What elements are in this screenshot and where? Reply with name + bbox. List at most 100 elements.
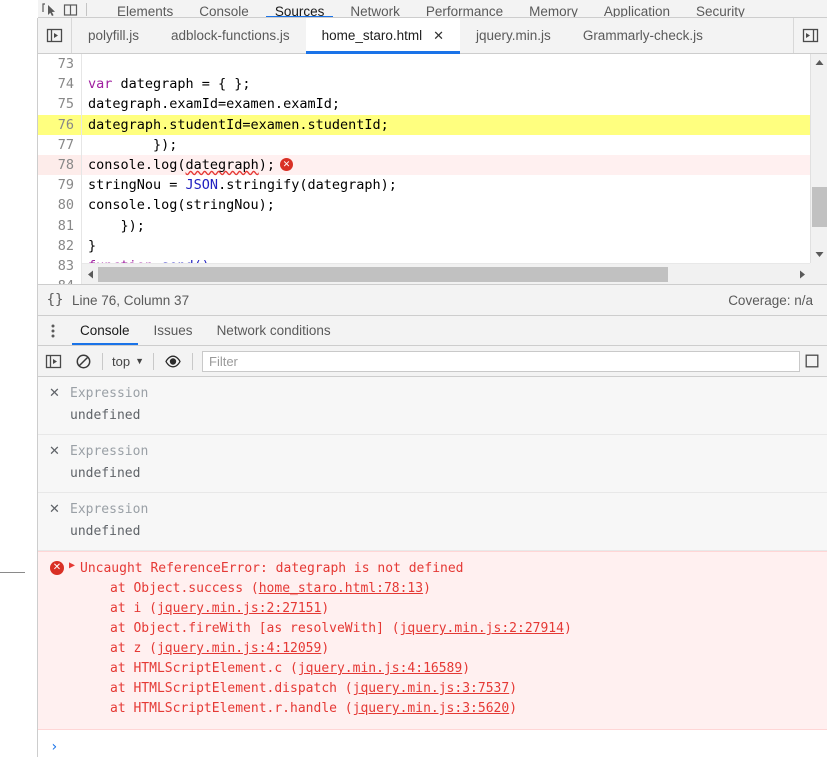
file-tab-grammarly-check[interactable]: Grammarly-check.js — [567, 18, 719, 53]
line-number[interactable]: 83 — [38, 255, 82, 277]
file-tab-adblock-functions[interactable]: adblock-functions.js — [155, 18, 306, 53]
stack-frame-function: at HTMLScriptElement.c ( — [110, 661, 298, 676]
tab-memory[interactable]: Memory — [516, 0, 591, 17]
line-number[interactable]: 79 — [38, 175, 82, 196]
console-error-message[interactable]: ✕ ▶ Uncaught ReferenceError: dategraph i… — [38, 551, 827, 730]
error-stack-frame: at z (jquery.min.js:4:12059) — [38, 639, 827, 659]
line-number[interactable]: 75 — [38, 94, 82, 115]
scroll-right-icon[interactable] — [794, 264, 810, 284]
line-number[interactable]: 76 — [38, 114, 82, 135]
show-navigator-icon[interactable] — [38, 18, 72, 53]
pretty-print-icon[interactable]: {} — [38, 292, 72, 308]
tab-application-label: Application — [603, 4, 670, 18]
line-number[interactable]: 84 — [38, 276, 82, 284]
console-output[interactable]: ✕ Expression undefined ✕ Expression unde… — [38, 377, 827, 757]
code-line[interactable]: 77 }); — [38, 134, 810, 155]
show-debugger-icon[interactable] — [793, 18, 827, 53]
code-token: JSON — [185, 177, 219, 194]
editor-horizontal-scrollbar[interactable] — [82, 263, 810, 284]
code-line[interactable]: 80 console.log(stringNou); — [38, 195, 810, 216]
drawer-tab-console-label: Console — [80, 323, 130, 338]
tab-performance[interactable]: Performance — [413, 0, 516, 17]
tab-application[interactable]: Application — [591, 0, 683, 18]
code-token: }); — [88, 136, 178, 153]
code-line[interactable]: 73 — [38, 54, 810, 75]
tab-network[interactable]: Network — [337, 0, 413, 17]
editor-vertical-scrollbar[interactable] — [810, 54, 827, 263]
tab-console[interactable]: Console — [186, 0, 262, 17]
execution-context-selector[interactable]: top ▼ — [107, 354, 149, 369]
live-expression-label: Expression — [70, 444, 149, 459]
code-text: console.log(dategraph); ✕ — [82, 154, 810, 176]
inline-error-icon[interactable]: ✕ — [279, 158, 293, 172]
tab-sources[interactable]: Sources — [262, 0, 338, 17]
chevron-down-icon: ▼ — [135, 356, 144, 366]
close-icon[interactable]: ✕ — [49, 501, 60, 517]
file-tab-polyfill[interactable]: polyfill.js — [72, 18, 155, 53]
code-token: dategraph.examId=examen.examId; — [88, 96, 340, 113]
code-line[interactable]: 81 }); — [38, 215, 810, 236]
tab-security[interactable]: Security — [683, 0, 758, 17]
drawer-tab-network-conditions[interactable]: Network conditions — [205, 316, 343, 345]
scroll-up-icon[interactable] — [811, 54, 827, 71]
close-icon[interactable]: ✕ — [433, 29, 444, 42]
expand-arrow-icon[interactable]: ▶ — [69, 560, 75, 571]
line-number[interactable]: 82 — [38, 235, 82, 256]
error-stack-frames: at Object.success (home_staro.html:78:13… — [38, 579, 827, 719]
code-token: }); — [88, 217, 145, 234]
line-number[interactable]: 73 — [38, 54, 82, 75]
code-token: } — [88, 237, 97, 254]
line-number[interactable]: 80 — [38, 195, 82, 216]
settings-icon[interactable] — [805, 354, 827, 368]
clear-console-icon[interactable] — [68, 346, 98, 377]
stack-frame-link[interactable]: home_staro.html:78:13 — [259, 581, 423, 596]
code-text: dategraph.examId=examen.examId; — [82, 94, 810, 114]
code-line[interactable]: 76 dategraph.studentId=examen.studentId; — [38, 114, 810, 135]
console-message[interactable]: ✕ Expression undefined — [38, 435, 827, 493]
line-number[interactable]: 74 — [38, 74, 82, 95]
stack-frame-tail: ) — [423, 581, 431, 596]
more-options-icon[interactable] — [38, 316, 68, 345]
console-message[interactable]: ✕ Expression undefined — [38, 493, 827, 551]
file-tab-jquery-min[interactable]: jquery.min.js — [460, 18, 567, 53]
tab-elements[interactable]: Elements — [104, 0, 186, 17]
stack-frame-link[interactable]: jquery.min.js:3:5620 — [353, 701, 510, 716]
stack-frame-link[interactable]: jquery.min.js:4:16589 — [298, 661, 462, 676]
console-sidebar-icon[interactable] — [38, 346, 68, 377]
execution-context-label: top — [112, 353, 131, 369]
code-line[interactable]: 75 dategraph.examId=examen.examId; — [38, 94, 810, 115]
drawer-tab-console[interactable]: Console — [68, 316, 142, 345]
file-tab-home-staro[interactable]: home_staro.html ✕ — [305, 18, 461, 54]
console-prompt[interactable]: › — [38, 730, 827, 757]
live-expression-icon[interactable] — [158, 346, 188, 377]
error-stack-frame: at HTMLScriptElement.c (jquery.min.js:4:… — [38, 659, 827, 679]
file-tab-jquery-min-label: jquery.min.js — [476, 28, 551, 43]
stack-frame-link[interactable]: jquery.min.js:2:27151 — [157, 601, 321, 616]
inspect-cursor-icon[interactable] — [38, 1, 60, 17]
drawer-tab-issues-label: Issues — [153, 323, 193, 338]
code-line[interactable]: 74 var dategraph = { }; — [38, 74, 810, 95]
stack-frame-link[interactable]: jquery.min.js:3:7537 — [353, 681, 510, 696]
line-number[interactable]: 81 — [38, 215, 82, 236]
drawer-tab-issues[interactable]: Issues — [142, 316, 205, 345]
code-line[interactable]: 82} — [38, 235, 810, 256]
close-icon[interactable]: ✕ — [49, 443, 60, 459]
close-icon[interactable]: ✕ — [49, 385, 60, 401]
editor-horizontal-scroll-thumb[interactable] — [98, 267, 668, 282]
code-line[interactable]: 79 stringNou = JSON.stringify(dategraph); — [38, 175, 810, 196]
console-message[interactable]: ✕ Expression undefined — [38, 377, 827, 435]
stack-frame-link[interactable]: jquery.min.js:4:12059 — [157, 641, 321, 656]
line-number[interactable]: 78 — [38, 154, 82, 176]
code-lines[interactable]: 73 74 var dategraph = { }; 75 dategraph.exam… — [38, 54, 810, 284]
scroll-down-icon[interactable] — [811, 246, 827, 263]
stack-frame-link[interactable]: jquery.min.js:2:27914 — [400, 621, 564, 636]
device-toolbar-icon[interactable] — [60, 1, 82, 17]
line-number[interactable]: 77 — [38, 134, 82, 155]
editor-vertical-scroll-thumb[interactable] — [812, 187, 827, 227]
scroll-left-icon[interactable] — [82, 264, 98, 284]
code-editor[interactable]: 73 74 var dategraph = { }; 75 dategraph.exam… — [38, 54, 827, 284]
filter-input[interactable]: Filter — [202, 350, 800, 372]
drawer-tabbar: Console Issues Network conditions — [38, 316, 827, 346]
stack-frame-function: at Object.success ( — [110, 581, 259, 596]
code-line[interactable]: 78 console.log(dategraph); ✕ — [38, 154, 810, 176]
